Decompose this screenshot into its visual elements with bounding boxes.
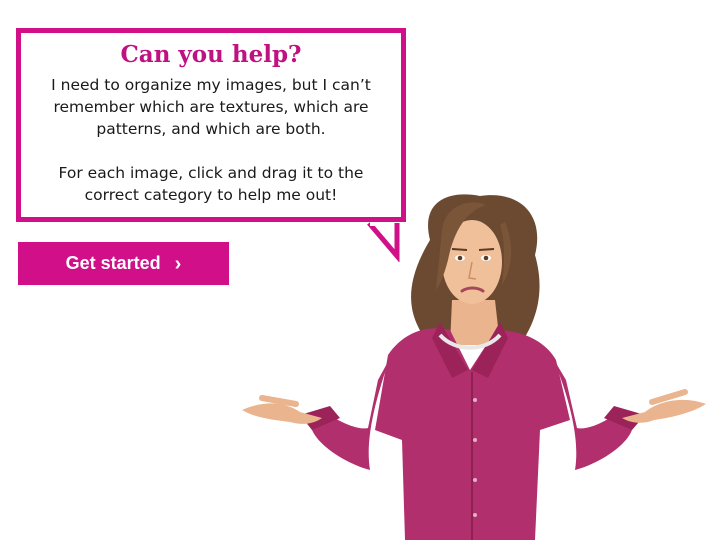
chevron-right-icon: › (174, 252, 182, 275)
get-started-label: Get started (65, 253, 161, 273)
dialog-title: Can you help? (120, 41, 302, 68)
get-started-button[interactable]: Get started › (18, 242, 229, 285)
dialog-body: I need to organize my images, but I can’… (39, 74, 383, 206)
dialog-paragraph-1: I need to organize my images, but I can’… (51, 76, 371, 138)
woman-shrugging-illustration (242, 194, 706, 540)
